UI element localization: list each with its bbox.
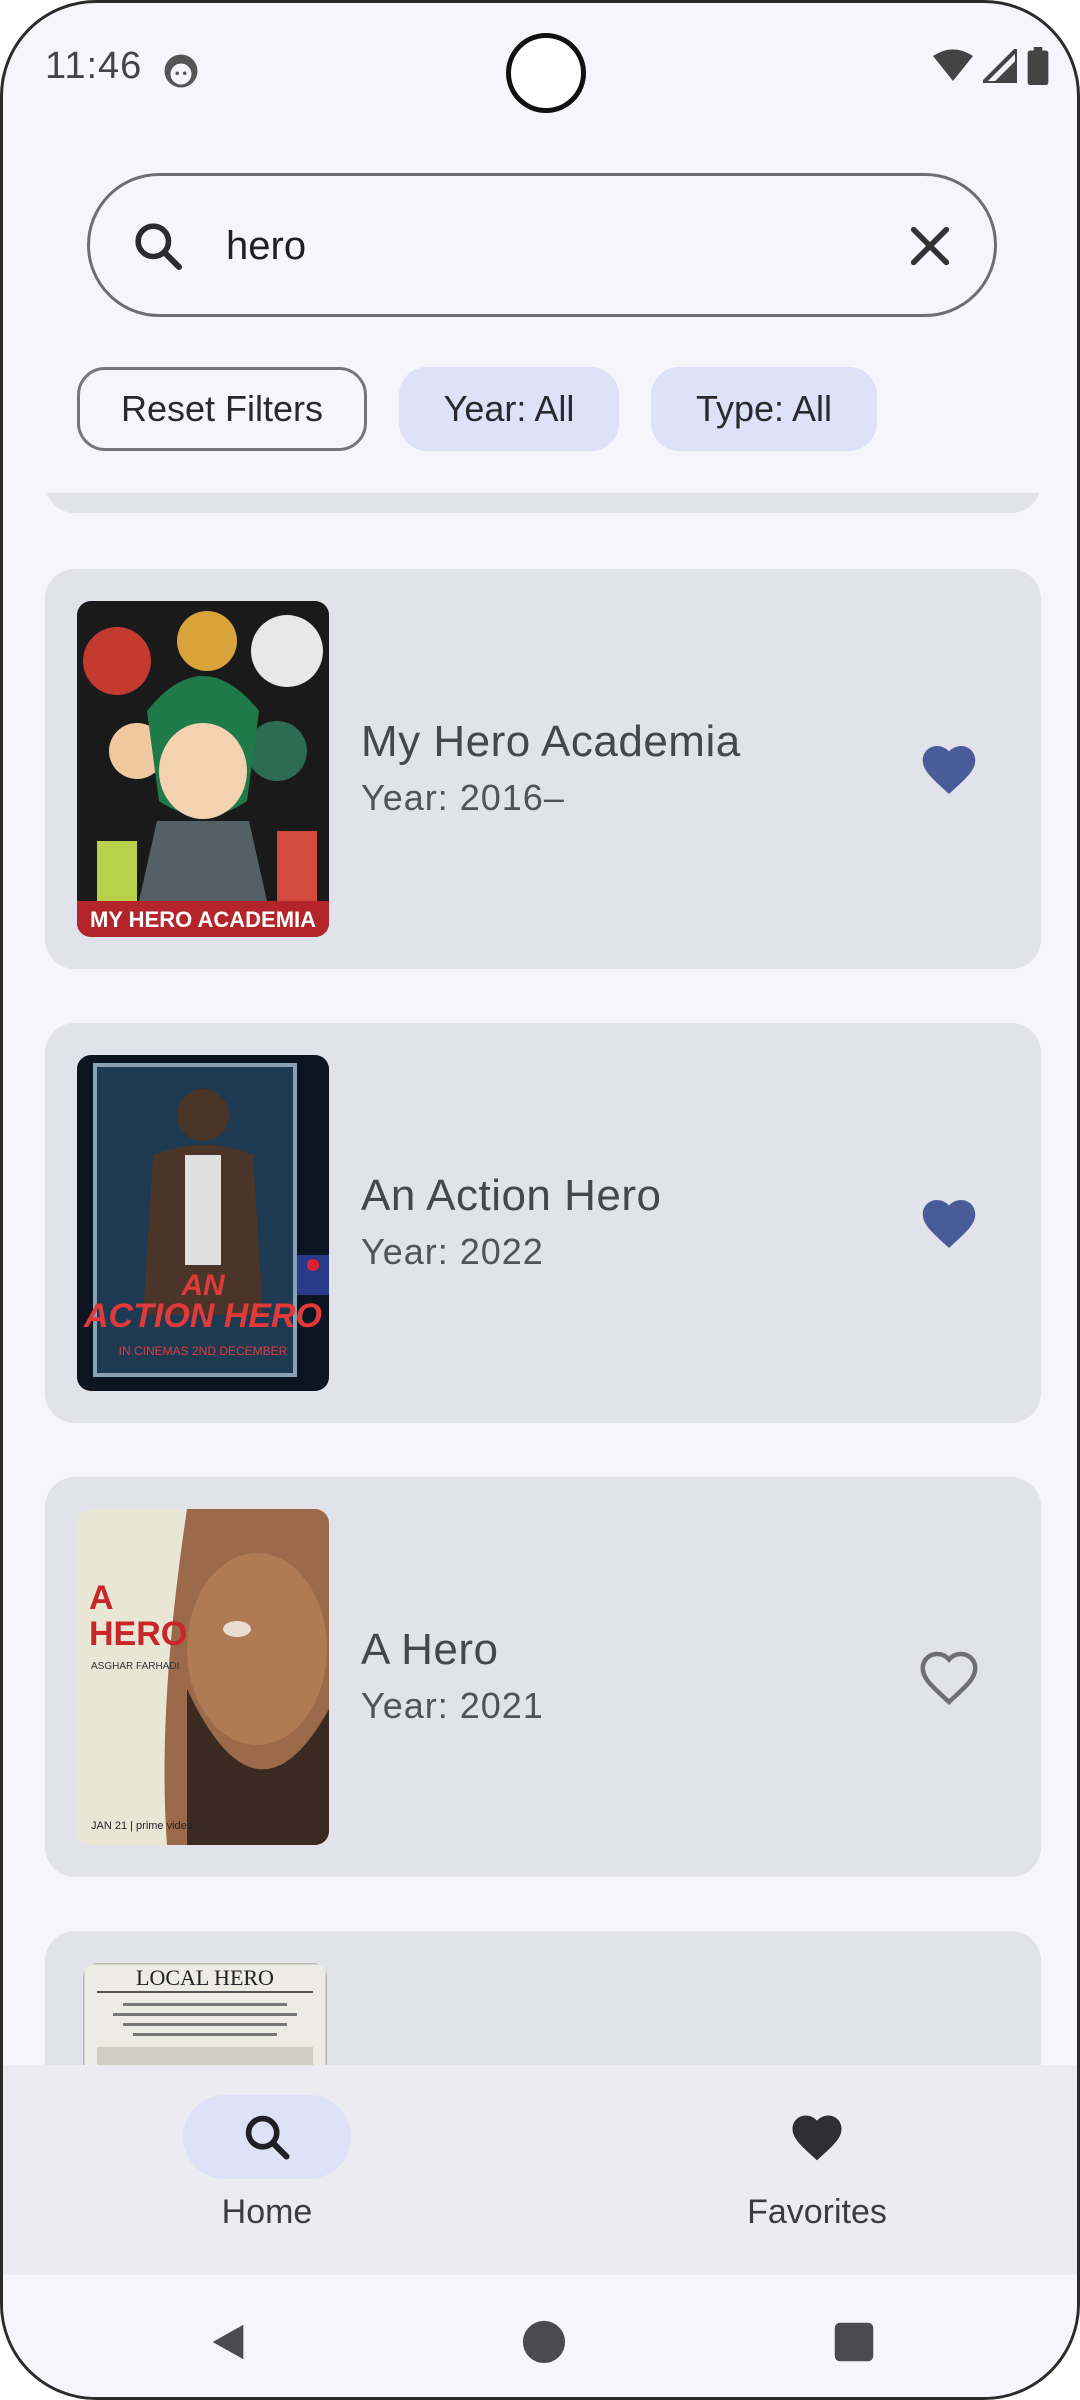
poster-image: LOCAL HERO (83, 1963, 327, 2065)
nav-favorites-indicator (733, 2095, 901, 2179)
result-card[interactable]: A HERO ASGHAR FARHADI JAN 21 | prime vid… (45, 1477, 1041, 1877)
nav-home[interactable]: Home (137, 2095, 397, 2232)
wifi-icon (933, 49, 973, 81)
notification-icon (164, 54, 198, 88)
search-icon (135, 223, 183, 271)
result-card[interactable]: AN ACTION HERO IN CINEMAS 2ND DECEMBER A… (45, 1023, 1041, 1423)
result-title: A Hero (361, 1625, 499, 1674)
svg-text:MY HERO ACADEMIA: MY HERO ACADEMIA (90, 907, 316, 932)
bottom-navigation: Home Favorites (3, 2065, 1077, 2275)
recents-icon[interactable] (833, 2321, 875, 2363)
status-icons (933, 47, 1049, 85)
svg-text:ACTION HERO: ACTION HERO (83, 1297, 322, 1335)
result-card[interactable]: LOCAL HERO (45, 1931, 1041, 2065)
svg-text:JAN 21 | prime video: JAN 21 | prime video (91, 1820, 193, 1832)
result-card[interactable]: MY HERO ACADEMIA My Hero Academia Year: … (45, 569, 1041, 969)
nav-favorites[interactable]: Favorites (687, 2095, 947, 2232)
status-time: 11:46 (45, 45, 143, 87)
favorite-filled-icon[interactable] (919, 741, 979, 797)
status-bar: 11:46 (3, 3, 1077, 133)
poster-image: MY HERO ACADEMIA (77, 601, 329, 937)
svg-text:ASGHAR FARHADI: ASGHAR FARHADI (91, 1661, 179, 1672)
home-icon[interactable] (521, 2319, 567, 2365)
system-navigation-bar (3, 2275, 1077, 2397)
search-bar[interactable] (87, 173, 997, 317)
movie-poster-icon: AN ACTION HERO IN CINEMAS 2ND DECEMBER (77, 1055, 329, 1391)
year-filter-chip[interactable]: Year: All (399, 367, 619, 451)
svg-text:LOCAL HERO: LOCAL HERO (136, 1965, 274, 1990)
reset-filters-button[interactable]: Reset Filters (77, 367, 367, 451)
camera-cutout (506, 33, 586, 113)
svg-text:A: A (89, 1579, 114, 1617)
clear-icon[interactable] (902, 218, 958, 274)
result-title: An Action Hero (361, 1171, 662, 1220)
favorite-filled-icon[interactable] (919, 1195, 979, 1251)
poster-image: A HERO ASGHAR FARHADI JAN 21 | prime vid… (77, 1509, 329, 1845)
result-title: My Hero Academia (361, 717, 741, 766)
phone-frame: 11:46 hero Reset Filters Year: All Type:… (0, 0, 1080, 2400)
back-icon[interactable] (205, 2319, 251, 2365)
favorite-outline-icon[interactable] (919, 1649, 979, 1705)
filter-chips: Reset Filters Year: All Type: All (77, 367, 877, 451)
nav-home-label: Home (221, 2193, 313, 2231)
anime-poster-icon: MY HERO ACADEMIA (77, 601, 329, 937)
nav-favorites-label: Favorites (747, 2193, 887, 2231)
poster-image: AN ACTION HERO IN CINEMAS 2ND DECEMBER (77, 1055, 329, 1391)
result-year: Year: 2021 (361, 1685, 544, 1726)
svg-text:HERO: HERO (89, 1615, 187, 1653)
heart-icon (792, 2115, 842, 2161)
results-list[interactable]: MY HERO ACADEMIA My Hero Academia Year: … (3, 493, 1077, 2065)
battery-icon (1027, 47, 1049, 85)
type-filter-chip[interactable]: Type: All (651, 367, 877, 451)
nav-home-indicator (183, 2095, 351, 2179)
movie-poster-icon: LOCAL HERO (83, 1963, 327, 2065)
result-year: Year: 2022 (361, 1231, 544, 1272)
result-card-partial[interactable] (45, 493, 1041, 513)
search-icon (245, 2115, 290, 2160)
cell-signal-icon (983, 49, 1017, 83)
movie-poster-icon: A HERO ASGHAR FARHADI JAN 21 | prime vid… (77, 1509, 329, 1845)
svg-text:IN CINEMAS 2ND DECEMBER: IN CINEMAS 2ND DECEMBER (119, 1344, 288, 1358)
search-input[interactable] (224, 210, 828, 282)
result-year: Year: 2016– (361, 777, 565, 818)
